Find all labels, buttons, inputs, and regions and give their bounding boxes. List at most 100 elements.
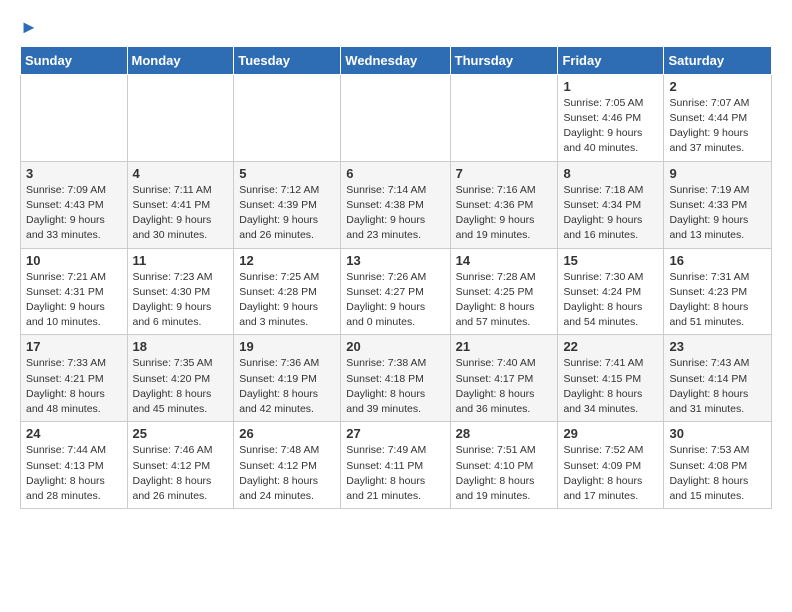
day-number: 25 (133, 426, 229, 441)
table-row: 1 Sunrise: 7:05 AMSunset: 4:46 PMDaylight… (558, 74, 664, 161)
day-number: 29 (563, 426, 658, 441)
calendar-header: SundayMondayTuesdayWednesdayThursdayFrid… (21, 46, 772, 74)
day-number: 22 (563, 339, 658, 354)
day-info: Sunrise: 7:12 AMSunset: 4:39 PMDaylight:… (239, 183, 335, 244)
table-row: 8Sunrise: 7:18 AMSunset: 4:34 PMDaylight… (558, 161, 664, 248)
day-info: Sunrise: 7:43 AMSunset: 4:14 PMDaylight:… (669, 356, 766, 417)
table-row (341, 74, 450, 161)
page-header: ► (0, 0, 792, 46)
day-info: Sunrise: 7:14 AMSunset: 4:38 PMDaylight:… (346, 183, 444, 244)
day-info: Sunrise: 7:40 AMSunset: 4:17 PMDaylight:… (456, 356, 553, 417)
table-row: 10Sunrise: 7:21 AMSunset: 4:31 PMDayligh… (21, 248, 128, 335)
day-info: Sunrise: 7:07 AMSunset: 4:44 PMDaylight:… (669, 96, 766, 157)
day-number: 1 (563, 79, 658, 94)
table-row: 28 Sunrise: 7:51 AMSunset: 4:10 PMDayligh… (450, 422, 558, 509)
day-number: 9 (669, 166, 766, 181)
table-row: 24 Sunrise: 7:44 AMSunset: 4:13 PMDayligh… (21, 422, 128, 509)
day-number: 13 (346, 253, 444, 268)
logo: ► (20, 18, 38, 38)
day-number: 23 (669, 339, 766, 354)
day-number: 6 (346, 166, 444, 181)
table-row: 13Sunrise: 7:26 AMSunset: 4:27 PMDayligh… (341, 248, 450, 335)
day-number: 24 (26, 426, 122, 441)
day-info: Sunrise: 7:11 AMSunset: 4:41 PMDaylight:… (133, 183, 229, 244)
day-number: 12 (239, 253, 335, 268)
table-row: 11Sunrise: 7:23 AMSunset: 4:30 PMDayligh… (127, 248, 234, 335)
calendar-row: 1 Sunrise: 7:05 AMSunset: 4:46 PMDaylight… (21, 74, 772, 161)
day-number: 28 (456, 426, 553, 441)
table-row: 19Sunrise: 7:36 AMSunset: 4:19 PMDayligh… (234, 335, 341, 422)
day-info: Sunrise: 7:51 AMSunset: 4:10 PMDaylight:… (456, 443, 553, 504)
table-row: 25 Sunrise: 7:46 AMSunset: 4:12 PMDayligh… (127, 422, 234, 509)
day-info: Sunrise: 7:38 AMSunset: 4:18 PMDaylight:… (346, 356, 444, 417)
day-info: Sunrise: 7:44 AMSunset: 4:13 PMDaylight:… (26, 443, 122, 504)
day-number: 5 (239, 166, 335, 181)
table-row: 4 Sunrise: 7:11 AMSunset: 4:41 PMDaylight… (127, 161, 234, 248)
calendar-row: 24 Sunrise: 7:44 AMSunset: 4:13 PMDayligh… (21, 422, 772, 509)
day-number: 16 (669, 253, 766, 268)
day-number: 18 (133, 339, 229, 354)
table-row (450, 74, 558, 161)
table-row: 23 Sunrise: 7:43 AMSunset: 4:14 PMDayligh… (664, 335, 772, 422)
day-info: Sunrise: 7:31 AMSunset: 4:23 PMDaylight:… (669, 270, 766, 331)
day-info: Sunrise: 7:41 AMSunset: 4:15 PMDaylight:… (563, 356, 658, 417)
day-number: 26 (239, 426, 335, 441)
table-row: 22 Sunrise: 7:41 AMSunset: 4:15 PMDayligh… (558, 335, 664, 422)
day-info: Sunrise: 7:16 AMSunset: 4:36 PMDaylight:… (456, 183, 553, 244)
day-info: Sunrise: 7:28 AMSunset: 4:25 PMDaylight:… (456, 270, 553, 331)
table-row: 6 Sunrise: 7:14 AMSunset: 4:38 PMDaylight… (341, 161, 450, 248)
weekday-header: Friday (558, 46, 664, 74)
day-info: Sunrise: 7:33 AMSunset: 4:21 PMDaylight:… (26, 356, 122, 417)
calendar-table: SundayMondayTuesdayWednesdayThursdayFrid… (20, 46, 772, 509)
day-number: 14 (456, 253, 553, 268)
table-row: 18 Sunrise: 7:35 AMSunset: 4:20 PMDayligh… (127, 335, 234, 422)
day-number: 7 (456, 166, 553, 181)
calendar-row: 17 Sunrise: 7:33 AMSunset: 4:21 PMDayligh… (21, 335, 772, 422)
calendar-body: 1 Sunrise: 7:05 AMSunset: 4:46 PMDaylight… (21, 74, 772, 508)
day-number: 17 (26, 339, 122, 354)
calendar-wrap: SundayMondayTuesdayWednesdayThursdayFrid… (0, 46, 792, 519)
day-info: Sunrise: 7:30 AMSunset: 4:24 PMDaylight:… (563, 270, 658, 331)
table-row (234, 74, 341, 161)
calendar-row: 10Sunrise: 7:21 AMSunset: 4:31 PMDayligh… (21, 248, 772, 335)
day-number: 4 (133, 166, 229, 181)
day-number: 30 (669, 426, 766, 441)
day-info: Sunrise: 7:05 AMSunset: 4:46 PMDaylight:… (563, 96, 658, 157)
day-info: Sunrise: 7:49 AMSunset: 4:11 PMDaylight:… (346, 443, 444, 504)
day-number: 11 (133, 253, 229, 268)
table-row: 26Sunrise: 7:48 AMSunset: 4:12 PMDayligh… (234, 422, 341, 509)
weekday-header: Thursday (450, 46, 558, 74)
table-row: 21 Sunrise: 7:40 AMSunset: 4:17 PMDayligh… (450, 335, 558, 422)
day-info: Sunrise: 7:19 AMSunset: 4:33 PMDaylight:… (669, 183, 766, 244)
table-row: 17 Sunrise: 7:33 AMSunset: 4:21 PMDayligh… (21, 335, 128, 422)
table-row: 9 Sunrise: 7:19 AMSunset: 4:33 PMDaylight… (664, 161, 772, 248)
calendar-row: 3 Sunrise: 7:09 AMSunset: 4:43 PMDaylight… (21, 161, 772, 248)
day-info: Sunrise: 7:52 AMSunset: 4:09 PMDaylight:… (563, 443, 658, 504)
day-number: 21 (456, 339, 553, 354)
weekday-header: Tuesday (234, 46, 341, 74)
day-number: 3 (26, 166, 122, 181)
table-row: 30 Sunrise: 7:53 AMSunset: 4:08 PMDayligh… (664, 422, 772, 509)
table-row: 3 Sunrise: 7:09 AMSunset: 4:43 PMDaylight… (21, 161, 128, 248)
day-info: Sunrise: 7:53 AMSunset: 4:08 PMDaylight:… (669, 443, 766, 504)
weekday-header: Monday (127, 46, 234, 74)
table-row: 12 Sunrise: 7:25 AMSunset: 4:28 PMDayligh… (234, 248, 341, 335)
day-info: Sunrise: 7:46 AMSunset: 4:12 PMDaylight:… (133, 443, 229, 504)
table-row: 15 Sunrise: 7:30 AMSunset: 4:24 PMDayligh… (558, 248, 664, 335)
day-number: 10 (26, 253, 122, 268)
table-row: 20 Sunrise: 7:38 AMSunset: 4:18 PMDayligh… (341, 335, 450, 422)
day-number: 19 (239, 339, 335, 354)
table-row: 27Sunrise: 7:49 AMSunset: 4:11 PMDayligh… (341, 422, 450, 509)
day-info: Sunrise: 7:35 AMSunset: 4:20 PMDaylight:… (133, 356, 229, 417)
table-row: 7 Sunrise: 7:16 AMSunset: 4:36 PMDaylight… (450, 161, 558, 248)
weekday-header: Wednesday (341, 46, 450, 74)
table-row (21, 74, 128, 161)
table-row: 16 Sunrise: 7:31 AMSunset: 4:23 PMDayligh… (664, 248, 772, 335)
day-info: Sunrise: 7:25 AMSunset: 4:28 PMDaylight:… (239, 270, 335, 331)
day-info: Sunrise: 7:09 AMSunset: 4:43 PMDaylight:… (26, 183, 122, 244)
day-number: 20 (346, 339, 444, 354)
day-number: 15 (563, 253, 658, 268)
day-number: 8 (563, 166, 658, 181)
day-number: 2 (669, 79, 766, 94)
table-row: 14 Sunrise: 7:28 AMSunset: 4:25 PMDayligh… (450, 248, 558, 335)
